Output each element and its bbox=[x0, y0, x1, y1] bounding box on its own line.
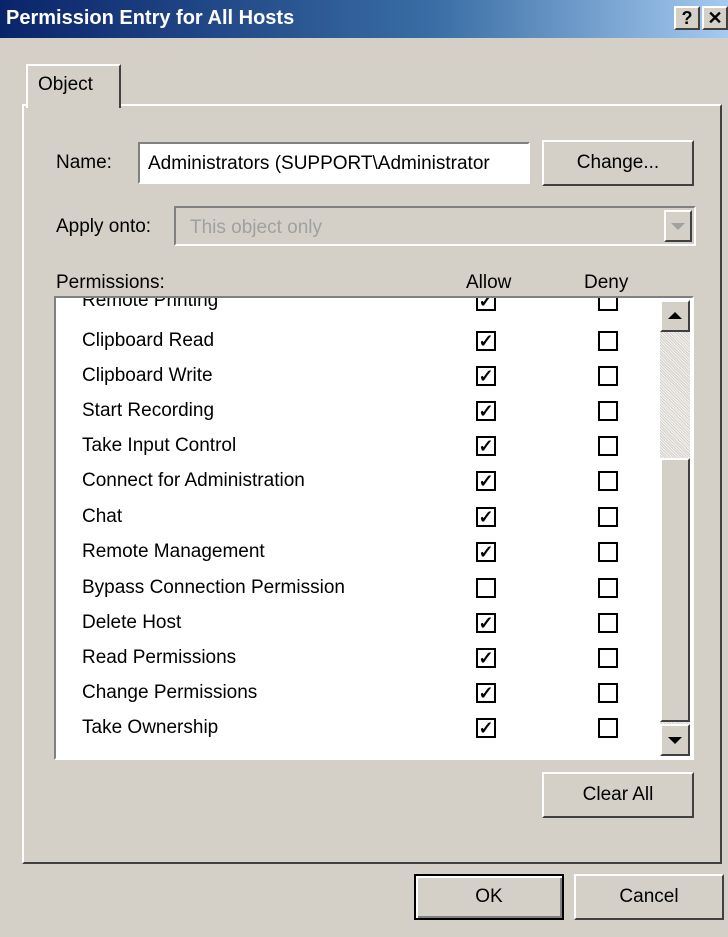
permission-name: Take Input Control bbox=[82, 435, 237, 456]
allow-checkbox[interactable]: ✓ bbox=[476, 542, 496, 562]
permission-row: Connect for Administration ✓ bbox=[56, 464, 656, 498]
close-button[interactable]: ✕ bbox=[702, 6, 728, 30]
allow-checkbox[interactable]: ✓ bbox=[476, 436, 496, 456]
permission-row: Take Input Control ✓ bbox=[56, 429, 656, 463]
deny-checkbox[interactable] bbox=[598, 401, 618, 421]
vertical-scrollbar[interactable] bbox=[660, 300, 690, 756]
permission-row: Chat ✓ bbox=[56, 500, 656, 534]
permission-name: Delete Host bbox=[82, 612, 182, 633]
deny-checkbox[interactable] bbox=[598, 436, 618, 456]
deny-checkbox[interactable] bbox=[598, 331, 618, 351]
allow-checkbox[interactable]: ✓ bbox=[476, 331, 496, 351]
permissions-label: Permissions: bbox=[56, 272, 165, 293]
permission-name: Connect for Administration bbox=[82, 470, 305, 491]
arrow-up-icon bbox=[668, 312, 682, 319]
deny-checkbox[interactable] bbox=[598, 718, 618, 738]
deny-checkbox[interactable] bbox=[598, 298, 618, 311]
permission-name: Take Ownership bbox=[82, 717, 219, 738]
permission-row: Start Recording ✓ bbox=[56, 394, 656, 428]
permission-name: Bypass Connection Permission bbox=[82, 577, 345, 598]
allow-checkbox[interactable]: ✓ bbox=[476, 648, 496, 668]
scrollbar-thumb[interactable] bbox=[660, 458, 690, 722]
combo-dropdown-button[interactable] bbox=[664, 210, 692, 242]
deny-checkbox[interactable] bbox=[598, 613, 618, 633]
permissions-list[interactable]: Remote Printing ✓ Clipboard Read ✓ Clipb… bbox=[54, 296, 694, 760]
arrow-down-icon bbox=[668, 737, 682, 744]
allow-checkbox[interactable]: ✓ bbox=[476, 366, 496, 386]
deny-checkbox[interactable] bbox=[598, 366, 618, 386]
permission-row: Change Permissions ✓ bbox=[56, 676, 656, 710]
deny-checkbox[interactable] bbox=[598, 648, 618, 668]
apply-onto-label: Apply onto: bbox=[56, 216, 152, 237]
permission-row: Remote Printing ✓ bbox=[56, 296, 656, 318]
change-button[interactable]: Change... bbox=[542, 140, 694, 186]
tab-object[interactable]: Object bbox=[26, 64, 121, 108]
scroll-down-button[interactable] bbox=[660, 724, 690, 756]
permission-row: Take Ownership ✓ bbox=[56, 711, 656, 745]
allow-checkbox[interactable]: ✓ bbox=[476, 683, 496, 703]
cancel-button[interactable]: Cancel bbox=[574, 874, 724, 920]
allow-checkbox[interactable] bbox=[476, 578, 496, 598]
allow-checkbox[interactable]: ✓ bbox=[476, 471, 496, 491]
permission-name: Remote Management bbox=[82, 541, 265, 562]
permission-row: Delete Host ✓ bbox=[56, 606, 656, 640]
permission-name: Remote Printing bbox=[82, 296, 219, 311]
permission-row: Bypass Connection Permission bbox=[56, 571, 656, 605]
name-label: Name: bbox=[56, 152, 112, 173]
deny-checkbox[interactable] bbox=[598, 507, 618, 527]
permission-name: Start Recording bbox=[82, 400, 215, 421]
permission-name: Clipboard Read bbox=[82, 330, 215, 351]
allow-checkbox[interactable]: ✓ bbox=[476, 298, 496, 311]
allow-checkbox[interactable]: ✓ bbox=[476, 613, 496, 633]
change-button-label: Change... bbox=[576, 152, 660, 173]
ok-button-label: OK bbox=[475, 886, 503, 907]
deny-checkbox[interactable] bbox=[598, 471, 618, 491]
clear-all-button[interactable]: Clear All bbox=[542, 772, 694, 818]
allow-checkbox[interactable]: ✓ bbox=[476, 401, 496, 421]
permission-row: Remote Management ✓ bbox=[56, 535, 656, 569]
permission-name: Read Permissions bbox=[82, 647, 237, 668]
deny-checkbox[interactable] bbox=[598, 683, 618, 703]
deny-checkbox[interactable] bbox=[598, 578, 618, 598]
deny-checkbox[interactable] bbox=[598, 542, 618, 562]
apply-onto-select[interactable]: This object only bbox=[174, 206, 696, 246]
cancel-button-label: Cancel bbox=[619, 886, 679, 907]
permission-name: Change Permissions bbox=[82, 682, 258, 703]
chevron-down-icon bbox=[671, 223, 685, 230]
tab-object-label: Object bbox=[38, 74, 93, 95]
name-field[interactable]: Administrators (SUPPORT\Administrator bbox=[138, 142, 530, 184]
permission-row: Clipboard Read ✓ bbox=[56, 324, 656, 358]
permission-name: Clipboard Write bbox=[82, 365, 213, 386]
apply-onto-value: This object only bbox=[190, 217, 323, 238]
help-button[interactable]: ? bbox=[674, 6, 700, 30]
permission-dialog: Permission Entry for All Hosts ? ✕ Objec… bbox=[0, 0, 728, 937]
permission-row: Clipboard Write ✓ bbox=[56, 359, 656, 393]
ok-button[interactable]: OK bbox=[414, 874, 564, 920]
name-field-value: Administrators (SUPPORT\Administrator bbox=[148, 153, 490, 174]
allow-checkbox[interactable]: ✓ bbox=[476, 507, 496, 527]
window-title: Permission Entry for All Hosts bbox=[6, 7, 295, 29]
deny-header: Deny bbox=[584, 272, 629, 293]
permission-row: Read Permissions ✓ bbox=[56, 641, 656, 675]
permission-name: Chat bbox=[82, 506, 123, 527]
clear-all-label: Clear All bbox=[582, 784, 654, 805]
scroll-up-button[interactable] bbox=[660, 300, 690, 332]
title-bar: Permission Entry for All Hosts ? ✕ bbox=[0, 0, 728, 38]
allow-header: Allow bbox=[466, 272, 512, 293]
allow-checkbox[interactable]: ✓ bbox=[476, 718, 496, 738]
